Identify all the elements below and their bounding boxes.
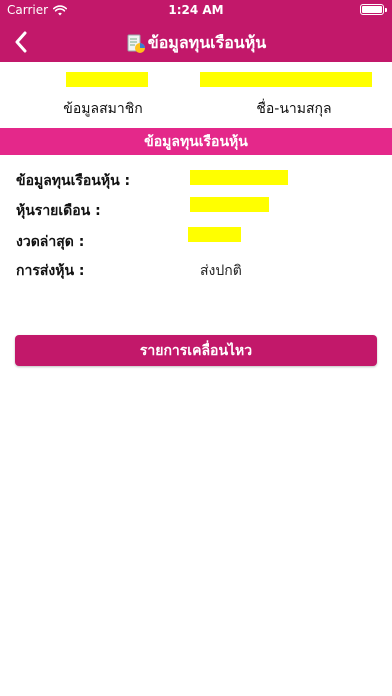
battery-icon bbox=[360, 4, 387, 15]
detail-row-latest-period: งวดล่าสุด : bbox=[0, 227, 392, 251]
member-info-label: ข้อมูลสมาชิก bbox=[63, 101, 143, 117]
detail-row-share-capital: ข้อมูลทุนเรือนหุ้น : bbox=[0, 166, 392, 190]
redacted-member-name bbox=[200, 72, 372, 87]
detail-label: หุ้นรายเดือน : bbox=[16, 203, 101, 219]
member-info-area: ข้อมูลสมาชิก ชื่อ-นามสกุล bbox=[0, 62, 392, 128]
share-payment-value: ส่งปกติ bbox=[200, 263, 242, 279]
detail-label: ข้อมูลทุนเรือนหุ้น : bbox=[16, 173, 131, 189]
section-header: ข้อมูลทุนเรือนหุ้น bbox=[0, 128, 392, 155]
page-title: ข้อมูลทุนเรือนหุ้น bbox=[147, 33, 267, 52]
name-label: ชื่อ-นามสกุล bbox=[256, 101, 332, 117]
section-title: ข้อมูลทุนเรือนหุ้น bbox=[144, 133, 248, 150]
status-bar: Carrier 1:24 AM bbox=[0, 0, 392, 20]
detail-row-share-payment: การส่งหุ้น : ส่งปกติ bbox=[0, 256, 392, 280]
detail-label: การส่งหุ้น : bbox=[16, 263, 85, 279]
detail-row-monthly-share: หุ้นรายเดือน : bbox=[0, 196, 392, 220]
movement-list-button[interactable]: รายการเคลื่อนไหว bbox=[15, 335, 377, 366]
page-title-group: ข้อมูลทุนเรือนหุ้น bbox=[0, 31, 392, 56]
document-chart-icon bbox=[127, 34, 145, 53]
redacted-share-capital-value bbox=[190, 170, 288, 185]
movement-list-button-label: รายการเคลื่อนไหว bbox=[139, 342, 253, 359]
redacted-monthly-share-value bbox=[190, 197, 269, 212]
navigation-bar: ข้อมูลทุนเรือนหุ้น bbox=[0, 22, 392, 62]
top-bar: Carrier 1:24 AM ข้อมูลทุนเรือนหุ้น bbox=[0, 0, 392, 62]
status-time: 1:24 AM bbox=[168, 3, 224, 17]
redacted-member-id bbox=[66, 72, 148, 87]
detail-label: งวดล่าสุด : bbox=[16, 234, 85, 250]
redacted-latest-period-value bbox=[188, 227, 241, 242]
